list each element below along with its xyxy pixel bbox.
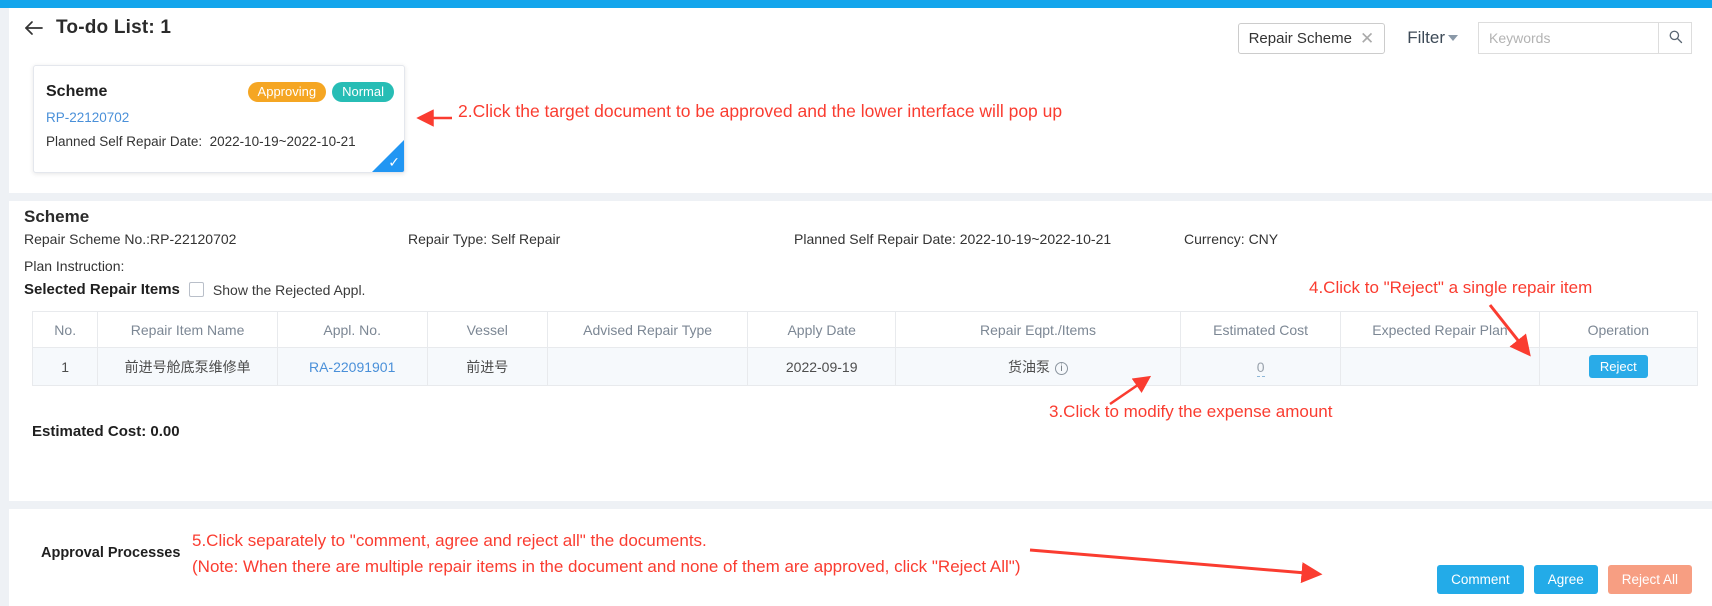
reject-all-button[interactable]: Reject All: [1607, 565, 1692, 594]
todo-card-date: Planned Self Repair Date: 2022-10-19~202…: [46, 134, 356, 149]
app-root: To-do List: 1 Repair Scheme ✕ Filter Key…: [0, 0, 1712, 606]
annotation-step-2: 2.Click the target document to be approv…: [458, 101, 1063, 121]
cell-apply-date: 2022-09-19: [747, 347, 897, 386]
todo-card-scheme[interactable]: Scheme Approving Normal RP-22120702 Plan…: [33, 65, 405, 173]
page-title: To-do List: 1: [56, 17, 172, 38]
filter-label: Filter: [1407, 28, 1445, 47]
table-header-row: No. Repair Item Name Appl. No. Vessel Ad…: [31, 311, 1699, 348]
col-vessel: Vessel: [426, 311, 548, 348]
filter-tag-repair-scheme[interactable]: Repair Scheme ✕: [1237, 22, 1386, 54]
close-icon[interactable]: ✕: [1360, 30, 1374, 47]
approval-processes-label: Approval Processes: [41, 545, 181, 561]
annotation-step-4: 4.Click to "Reject" a single repair item: [1309, 278, 1593, 297]
agree-button[interactable]: Agree: [1533, 565, 1598, 594]
top-accent-bar: [0, 0, 1712, 8]
info-icon[interactable]: i: [1054, 361, 1068, 375]
selected-repair-items-title: Selected Repair Items: [24, 281, 180, 298]
cell-no: 1: [31, 347, 99, 386]
selected-repair-items-row: Selected Repair Items Show the Rejected …: [24, 281, 365, 298]
back-arrow-icon[interactable]: [22, 16, 46, 40]
col-appl-no: Appl. No.: [276, 311, 428, 348]
estimated-cost-total: Estimated Cost: 0.00: [32, 423, 180, 440]
header-controls: Repair Scheme ✕ Filter: [1237, 22, 1692, 54]
approval-actions: Comment Agree Reject All: [1437, 565, 1692, 594]
reject-row-button[interactable]: Reject: [1588, 355, 1648, 378]
meta-currency: Currency: CNY: [1184, 231, 1279, 247]
cell-appl-no-link[interactable]: RA-22091901: [309, 359, 395, 375]
cell-repair-item-name: 前进号舱底泵维修单: [97, 347, 278, 386]
cell-repair-eqpt-text: 货油泵: [1007, 358, 1050, 375]
cell-advised-repair-type: [546, 347, 749, 386]
col-apply-date: Apply Date: [747, 311, 897, 348]
scheme-section-title: Scheme: [24, 207, 90, 226]
filter-tag-label: Repair Scheme: [1248, 29, 1352, 47]
search-box: [1478, 22, 1692, 54]
todo-card-doc-no[interactable]: RP-22120702: [46, 110, 129, 125]
check-icon: ✓: [388, 154, 400, 170]
todo-card-title: Scheme: [46, 83, 108, 100]
show-rejected-label: Show the Rejected Appl.: [212, 281, 366, 298]
col-repair-eqpt-items: Repair Eqpt./Items: [895, 311, 1181, 348]
annotation-step-3: 3.Click to modify the expense amount: [1049, 402, 1333, 421]
search-icon: [1668, 29, 1683, 47]
todo-card-date-label: Planned Self Repair Date:: [46, 134, 203, 149]
search-button[interactable]: [1658, 22, 1692, 54]
cell-expected-repair-plan: [1340, 347, 1540, 386]
col-repair-item-name: Repair Item Name: [97, 311, 278, 348]
cell-repair-eqpt-items: 货油泵 i: [895, 347, 1181, 386]
col-expected-repair-plan: Expected Repair Plan: [1340, 311, 1540, 348]
annotation-step-5-line1: 5.Click separately to "comment, agree an…: [192, 531, 707, 550]
todo-header: To-do List: 1: [22, 16, 171, 40]
status-badge-normal: Normal: [332, 82, 394, 102]
meta-planned-self-repair-date: Planned Self Repair Date: 2022-10-19~202…: [794, 231, 1112, 247]
plan-instruction: Plan Instruction:: [24, 258, 125, 274]
meta-repair-scheme-no: Repair Scheme No.:RP-22120702: [24, 231, 237, 247]
todo-card-date-value: 2022-10-19~2022-10-21: [209, 134, 356, 149]
status-badge-approving: Approving: [247, 82, 327, 102]
col-operation: Operation: [1538, 311, 1699, 348]
cell-estimated-cost-editable[interactable]: 0: [1256, 358, 1265, 377]
meta-repair-type: Repair Type: Self Repair: [408, 231, 561, 247]
scheme-detail-panel: Scheme Repair Scheme No.:RP-22120702 Rep…: [0, 201, 1712, 501]
col-estimated-cost: Estimated Cost: [1179, 311, 1342, 348]
annotation-step-5-line2: (Note: When there are multiple repair it…: [192, 557, 1021, 576]
filter-button[interactable]: Filter: [1407, 28, 1458, 48]
search-input[interactable]: [1478, 22, 1658, 54]
todo-card-badges: Approving Normal: [247, 82, 394, 102]
repair-items-table: No. Repair Item Name Appl. No. Vessel Ad…: [31, 311, 1699, 386]
table-row: 1 前进号舱底泵维修单 RA-22091901 前进号 2022-09-19 货…: [31, 347, 1699, 386]
scheme-meta-row: Repair Scheme No.:RP-22120702 Repair Typ…: [24, 231, 1684, 253]
col-no: No.: [31, 311, 99, 348]
col-advised-repair-type: Advised Repair Type: [546, 311, 749, 348]
show-rejected-checkbox[interactable]: [188, 282, 204, 297]
cell-vessel: 前进号: [426, 347, 548, 386]
comment-button[interactable]: Comment: [1437, 565, 1524, 594]
chevron-down-icon: [1448, 35, 1458, 41]
